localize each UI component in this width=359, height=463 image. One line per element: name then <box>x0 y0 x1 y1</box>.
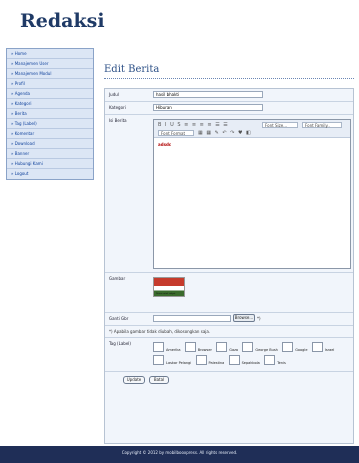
tag-gaza[interactable]: Gaza <box>216 342 238 352</box>
gambar-label: Gambar <box>109 276 126 281</box>
tag-browser[interactable]: Browser <box>184 342 212 352</box>
site-logo: Redaksi <box>20 10 105 32</box>
footer: Copyright © 2012 by mobilbooxpress. All … <box>0 446 359 463</box>
browse-button[interactable]: Browse... <box>233 314 255 322</box>
tag-checkbox[interactable] <box>311 342 323 352</box>
sidebar-item-profile[interactable]: » Profil <box>7 79 93 89</box>
sidebar-item-banner[interactable]: » Banner <box>7 149 93 159</box>
tag-checkbox[interactable] <box>242 342 254 352</box>
rich-text-editor[interactable]: B I U S ≡ ≡ ≡ ≡ ☰ ☰ Font Size... Font Fa… <box>153 119 351 269</box>
tags-container: Amerika Browser Gaza George Bush Google … <box>153 342 349 368</box>
sidebar-item-comments[interactable]: » Komentar <box>7 129 93 139</box>
actions-row: Update Batal <box>105 372 353 388</box>
sidebar-item-agenda[interactable]: » Agenda <box>7 89 93 99</box>
ganti-label: Ganti Gbr <box>109 316 129 321</box>
tag-checkbox[interactable] <box>216 342 228 352</box>
tag-checkbox[interactable] <box>153 355 164 365</box>
judul-input[interactable] <box>153 91 263 98</box>
sidebar-item-module-management[interactable]: » Manajemen Modul <box>7 69 93 79</box>
kategori-label: Kategori <box>109 105 126 110</box>
kategori-select[interactable] <box>153 104 263 111</box>
tag-checkbox[interactable] <box>282 342 294 352</box>
file-path-input[interactable] <box>153 315 231 322</box>
tag-sepakbola[interactable]: Sepakbola <box>228 355 260 365</box>
tags-label: Tag (Label) <box>109 341 131 346</box>
main-content: Edit Berita Judul Kategori Isi Berita B … <box>104 48 354 444</box>
tag-tenis[interactable]: Tenis <box>264 355 286 365</box>
sidebar-item-category[interactable]: » Kategori <box>7 99 93 109</box>
tag-palestina[interactable]: Palestina <box>195 355 224 365</box>
sidebar-item-user-management[interactable]: » Manajemen User <box>7 59 93 69</box>
update-button[interactable]: Update <box>123 376 145 384</box>
editor-toolbar: B I U S ≡ ≡ ≡ ≡ ☰ ☰ Font Size... Font Fa… <box>154 120 350 138</box>
ganti-row: Ganti Gbr Browse... *) <box>105 313 353 326</box>
sidebar-item-contact[interactable]: » Hubungi Kami <box>7 159 93 169</box>
sidebar-item-logout[interactable]: » Logout <box>7 169 93 179</box>
tag-checkbox[interactable] <box>264 355 276 365</box>
sidebar-item-home[interactable]: » Home <box>7 49 93 59</box>
header: Redaksi <box>0 0 359 42</box>
page-title: Edit Berita <box>104 64 354 79</box>
tag-george-bush[interactable]: George Bush <box>242 342 278 352</box>
insert-tools-icon[interactable]: ▦ ▦ ✎ ↶ ↷ ♥ ◧ <box>198 130 252 136</box>
cancel-button[interactable]: Batal <box>149 376 169 384</box>
tag-checkbox[interactable] <box>184 342 196 352</box>
font-size-select[interactable]: Font Size... <box>262 122 298 128</box>
tags-row: Tag (Label) Amerika Browser Gaza George … <box>105 338 353 372</box>
tag-checkbox[interactable] <box>228 355 240 365</box>
tag-checkbox[interactable] <box>195 355 207 365</box>
font-family-select[interactable]: Font Family.. <box>302 122 342 128</box>
news-image-thumbnail: Demo untuk rakyat <box>153 277 185 297</box>
tag-amerika[interactable]: Amerika <box>153 342 180 352</box>
isi-row: Isi Berita B I U S ≡ ≡ ≡ ≡ ☰ ☰ Font Size… <box>105 115 353 273</box>
format-buttons-icon[interactable]: B I U S ≡ ≡ ≡ ≡ ☰ ☰ <box>158 122 229 128</box>
browse-note-mark: *) <box>257 316 261 321</box>
kategori-row: Kategori <box>105 102 353 115</box>
judul-row: Judul <box>105 89 353 102</box>
tag-google[interactable]: Google <box>282 342 308 352</box>
font-format-select[interactable]: Font Format <box>158 130 194 136</box>
gambar-row: Gambar Demo untuk rakyat <box>105 273 353 313</box>
tag-checkbox[interactable] <box>153 342 164 352</box>
sidebar-menu: » Home » Manajemen User » Manajemen Modu… <box>6 48 94 180</box>
image-note: *) Apabila gambar tidak diubah, dikosong… <box>109 329 211 334</box>
sidebar-item-tag[interactable]: » Tag (Label) <box>7 119 93 129</box>
editor-body-text[interactable]: adsdc <box>158 142 171 147</box>
judul-label: Judul <box>109 92 119 97</box>
sidebar-item-news[interactable]: » Berita <box>7 109 93 119</box>
sidebar-item-download[interactable]: » Download <box>7 139 93 149</box>
tag-laskar-pelangi[interactable]: Laskar Pelangi <box>153 355 191 365</box>
image-caption: Demo untuk rakyat <box>156 293 176 295</box>
isi-label: Isi Berita <box>109 118 127 123</box>
note-row: *) Apabila gambar tidak diubah, dikosong… <box>105 326 353 338</box>
tag-israel[interactable]: Israel <box>311 342 334 352</box>
edit-news-form: Judul Kategori Isi Berita B I U S ≡ ≡ ≡ … <box>104 88 354 444</box>
